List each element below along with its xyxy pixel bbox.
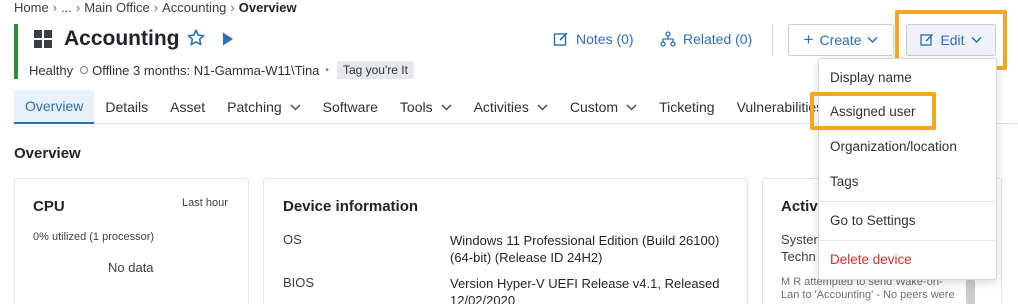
menu-item-display-name[interactable]: Display name bbox=[830, 70, 912, 85]
chevron-right-icon: › bbox=[52, 0, 58, 15]
chevron-down-icon bbox=[626, 104, 637, 110]
chevron-right-icon: › bbox=[230, 0, 235, 15]
notes-link[interactable]: Notes (0) bbox=[553, 31, 634, 47]
related-label: Related (0) bbox=[683, 31, 753, 47]
chevron-down-icon bbox=[537, 104, 548, 110]
play-icon[interactable] bbox=[221, 31, 235, 52]
notes-label: Notes (0) bbox=[576, 31, 634, 47]
tab-software[interactable]: Software bbox=[312, 90, 389, 124]
tab-label: Overview bbox=[25, 98, 84, 114]
plus-icon: + bbox=[803, 30, 814, 49]
edit-button[interactable]: Edit bbox=[906, 24, 996, 56]
chevron-down-icon bbox=[290, 104, 301, 110]
tab-overview[interactable]: Overview bbox=[14, 90, 95, 124]
chevron-right-icon: › bbox=[75, 0, 81, 15]
tab-label: Software bbox=[322, 99, 378, 115]
tab-details[interactable]: Details bbox=[94, 90, 159, 124]
cpu-no-data: No data bbox=[108, 260, 154, 275]
edit-icon bbox=[920, 33, 934, 46]
tab-label: Patching bbox=[227, 99, 282, 115]
device-info-card: Device information OS Windows 11 Profess… bbox=[263, 178, 748, 304]
section-title: Overview bbox=[14, 145, 81, 162]
device-info-title: Device information bbox=[283, 198, 419, 215]
tab-activities[interactable]: Activities bbox=[463, 90, 559, 124]
chevron-down-icon bbox=[441, 104, 452, 110]
tab-patching[interactable]: Patching bbox=[216, 90, 311, 124]
cpu-card-title: CPU bbox=[33, 198, 65, 215]
health-status: Healthy bbox=[29, 62, 74, 78]
create-label: Create bbox=[819, 32, 862, 48]
edit-label: Edit bbox=[940, 32, 965, 48]
menu-divider bbox=[819, 240, 996, 241]
breadcrumb-accounting[interactable]: Accounting bbox=[162, 0, 226, 15]
menu-divider bbox=[819, 201, 996, 202]
menu-item-delete-device[interactable]: Delete device bbox=[830, 252, 912, 267]
tab-ticketing[interactable]: Ticketing bbox=[648, 90, 726, 124]
cpu-card: CPU Last hour 0% utilized (1 processor) … bbox=[14, 178, 249, 304]
menu-item-tags[interactable]: Tags bbox=[830, 174, 859, 189]
tab-label: Custom bbox=[569, 99, 619, 115]
breadcrumb-ellipsis[interactable]: ... bbox=[61, 0, 72, 15]
tab-label: Details bbox=[105, 99, 149, 115]
offline-status: Offline 3 months: N1-Gamma-W11\Tina bbox=[92, 62, 320, 78]
device-status-line: Healthy Offline 3 months: N1-Gamma-W11\T… bbox=[29, 61, 414, 79]
tab-tools[interactable]: Tools bbox=[389, 90, 463, 124]
tab-label: Tools bbox=[399, 99, 433, 115]
windows-icon bbox=[34, 30, 52, 48]
health-status-bar bbox=[14, 24, 18, 79]
tab-label: Ticketing bbox=[659, 99, 715, 115]
breadcrumb: Home ›... › Main Office › Accounting › Overview bbox=[14, 0, 297, 15]
tab-label: Activities bbox=[473, 99, 529, 115]
tab-label: Asset bbox=[170, 99, 206, 115]
edit-note-icon bbox=[553, 32, 568, 46]
tab-asset[interactable]: Asset bbox=[159, 90, 216, 124]
breadcrumb-main-office[interactable]: Main Office bbox=[84, 0, 150, 15]
create-button[interactable]: + Create bbox=[788, 24, 894, 56]
activity-line2: Techn bbox=[781, 249, 816, 264]
menu-item-go-to-settings[interactable]: Go to Settings bbox=[830, 213, 916, 228]
breadcrumb-current: Overview bbox=[238, 0, 297, 15]
device-tag[interactable]: Tag you're It bbox=[336, 61, 414, 79]
os-label: OS bbox=[283, 232, 302, 247]
menu-item-organization-location[interactable]: Organization/location bbox=[830, 139, 957, 154]
activity-card-title: Activi bbox=[781, 198, 822, 215]
cpu-period: Last hour bbox=[182, 197, 228, 209]
star-icon[interactable] bbox=[186, 28, 206, 53]
page-title: Accounting bbox=[64, 27, 180, 50]
scrollbar[interactable] bbox=[966, 280, 975, 304]
activity-msg2: Lan to 'Accounting' - No peers were bbox=[781, 289, 955, 301]
breadcrumb-home[interactable]: Home bbox=[14, 0, 49, 15]
cpu-utilization: 0% utilized (1 processor) bbox=[33, 231, 155, 243]
assigned-user-highlight bbox=[810, 92, 936, 130]
bios-value: Version Hyper-V UEFI Release v4.1, Relea… bbox=[450, 276, 720, 304]
chevron-down-icon bbox=[867, 36, 879, 44]
header-divider bbox=[772, 24, 773, 56]
hierarchy-icon bbox=[660, 31, 676, 47]
activity-line1: Syster bbox=[781, 232, 818, 247]
tab-custom[interactable]: Custom bbox=[559, 90, 648, 124]
chevron-right-icon: › bbox=[153, 0, 159, 15]
dot-separator: • bbox=[325, 64, 329, 76]
os-value: Windows 11 Professional Edition (Build 2… bbox=[450, 233, 720, 265]
offline-icon bbox=[80, 66, 89, 74]
bios-label: BIOS bbox=[283, 275, 315, 290]
chevron-down-icon bbox=[971, 36, 982, 44]
related-link[interactable]: Related (0) bbox=[660, 31, 752, 47]
